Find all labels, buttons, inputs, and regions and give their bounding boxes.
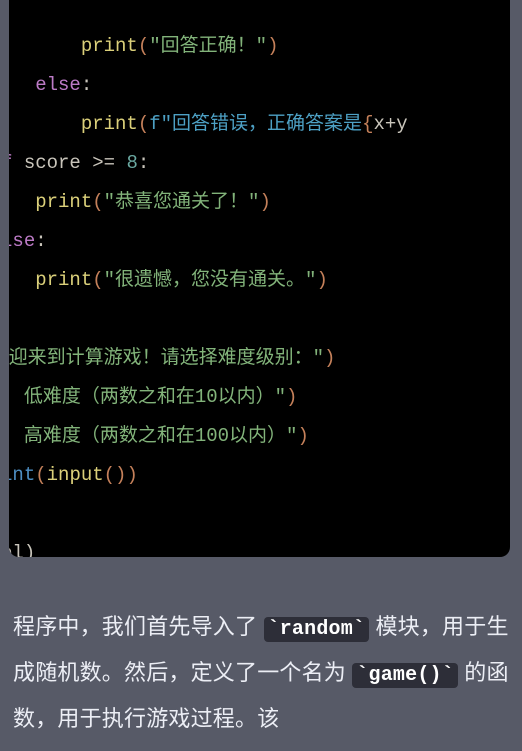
description-text: 程序中，我们首先导入了 `random` 模块，用于生成随机数。然后，定义了一个… (13, 605, 511, 740)
prose-text: 程序中，我们首先导入了 (13, 614, 264, 639)
code-line: else: (9, 230, 47, 252)
code-line: print("回答正确！") (9, 35, 278, 57)
code-line: nt("1. 低难度（两数之和在10以内）") (9, 386, 297, 408)
code-line: print("恭喜您通关了！") (9, 191, 271, 213)
inline-code: `random` (264, 617, 370, 642)
code-line: e(level) (9, 542, 35, 557)
code-content: print("回答正确！") else: print(f"回答错误，正确答案是{… (9, 0, 408, 557)
code-line: nt("2. 高难度（两数之和在100以内）") (9, 425, 309, 447)
code-line: print(f"回答错误，正确答案是{x+y (9, 113, 408, 135)
code-block: print("回答正确！") else: print(f"回答错误，正确答案是{… (9, 0, 510, 557)
code-line: else: (9, 74, 92, 96)
code-line: print("很遗憾，您没有通关。") (9, 269, 328, 291)
code-line: el = int(input()) (9, 464, 138, 486)
code-line: if score >= 8: (9, 152, 149, 174)
code-line: nt("欢迎来到计算游戏！请选择难度级别：") (9, 347, 335, 369)
inline-code: `game()` (352, 663, 458, 688)
